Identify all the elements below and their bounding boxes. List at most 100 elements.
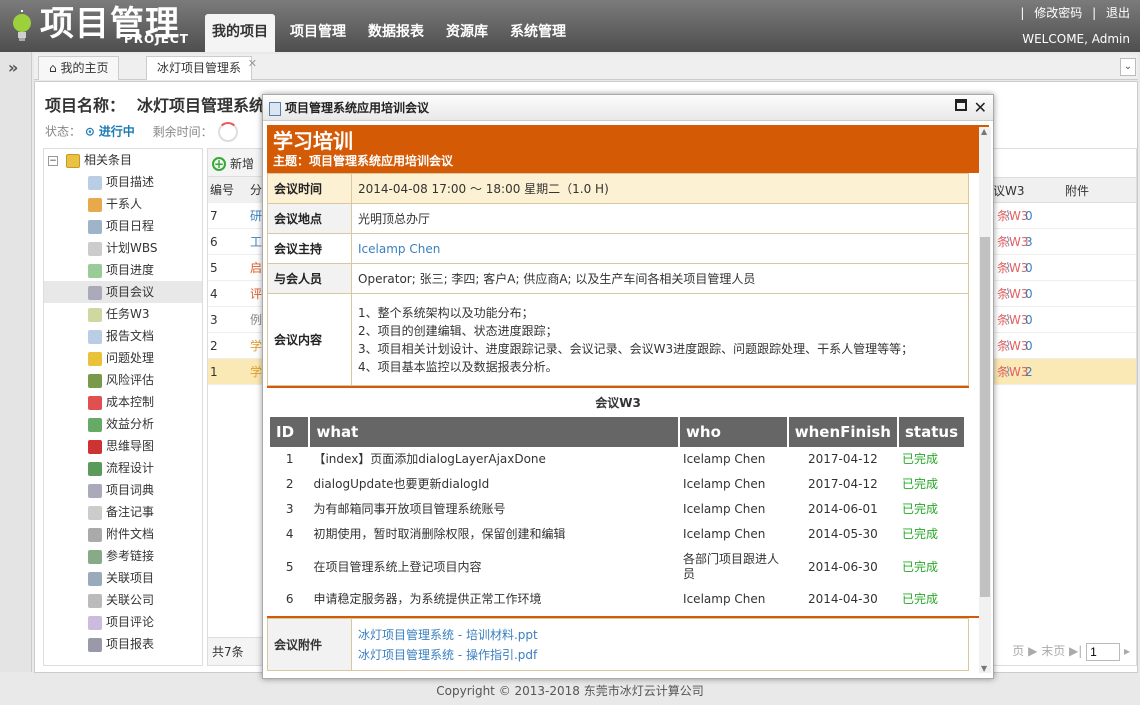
page-stepper-icon[interactable]: ▸ <box>1124 644 1130 658</box>
next-page-icon[interactable]: ▶ <box>1028 644 1037 658</box>
column-header-attachments: 附件 <box>1065 184 1090 198</box>
document-icon <box>269 101 281 116</box>
tree-item[interactable]: 项目日程 <box>44 215 202 237</box>
w3-status: 已完成 <box>902 559 939 574</box>
tree-item[interactable]: 附件文档 <box>44 523 202 545</box>
time-label: 会议时间 <box>267 173 352 204</box>
dialog-header[interactable]: 项目管理系统应用培训会议 ✕ <box>263 95 993 121</box>
close-icon[interactable]: ✕ <box>248 53 257 75</box>
dialog-scrollbar[interactable]: ▲ ▼ <box>979 127 991 673</box>
tree-item-label: 参考链接 <box>106 549 155 563</box>
tree-item[interactable]: 效益分析 <box>44 413 202 435</box>
dialog-body: 学习培训 主题：项目管理系统应用培训会议 会议时间 2014-04-08 17:… <box>267 125 989 673</box>
tree-item[interactable]: 任务W3 <box>44 303 202 325</box>
chevron-down-icon[interactable]: ⌄ <box>1120 58 1136 76</box>
tree-item-icon <box>88 417 102 432</box>
tree-item[interactable]: 备注记事 <box>44 501 202 523</box>
last-page-icon[interactable]: ▶| <box>1069 644 1082 658</box>
row-attachment-count[interactable]: 2 <box>1025 359 1033 385</box>
column-header-id: ID <box>270 417 311 447</box>
page-number-input[interactable] <box>1086 642 1121 661</box>
tree-item[interactable]: 计划WBS <box>44 237 202 259</box>
row-category[interactable]: 启 <box>250 255 262 280</box>
double-chevron-right-icon[interactable]: » <box>8 58 18 77</box>
row-category[interactable]: 评 <box>250 281 262 306</box>
content-line: 3、项目相关计划设计、进度跟踪记录、会议记录、会议W3进度跟踪、问题跟踪处理、干… <box>358 341 914 356</box>
tree-item[interactable]: 项目描述 <box>44 171 202 193</box>
tree-item[interactable]: 项目词典 <box>44 479 202 501</box>
tree-item[interactable]: 参考链接 <box>44 545 202 567</box>
project-name-label: 项目名称： <box>45 96 126 115</box>
dialog-title: 项目管理系统应用培训会议 <box>285 101 430 115</box>
nav-data-reports[interactable]: 数据报表 <box>361 14 431 52</box>
tree-item[interactable]: 思维导图 <box>44 435 202 457</box>
change-password-link[interactable]: 修改密码 <box>1034 6 1082 20</box>
row-category[interactable]: 研 <box>250 203 262 228</box>
row-attachment-count[interactable]: 0 <box>1025 307 1033 333</box>
logout-link[interactable]: 退出 <box>1106 6 1130 20</box>
meeting-host-link[interactable]: Icelamp Chen <box>351 233 969 264</box>
tree-item[interactable]: 关联项目 <box>44 567 202 589</box>
scroll-up-icon[interactable]: ▲ <box>981 127 987 136</box>
attachment-link-ppt[interactable]: 冰灯项目管理系统 - 培训材料.ppt <box>358 625 962 645</box>
tree-item-label: 项目词典 <box>106 483 155 497</box>
tree-item[interactable]: 项目进度 <box>44 259 202 281</box>
w3-what: 初期使用，暂时取消删除权限，保留创建和编辑 <box>313 527 566 541</box>
content-line: 1、整个系统架构以及功能分布； <box>358 305 534 320</box>
related-items-tree: − 相关条目 项目描述 干系人 项目日程 计划WBS 项目进度 项目会议 任务W3 报告文档 问题… <box>43 148 203 666</box>
row-attachment-count[interactable]: 0 <box>1025 203 1033 229</box>
row-attachment-count[interactable]: 0 <box>1025 255 1033 281</box>
nav-resources[interactable]: 资源库 <box>439 14 495 52</box>
row-attachment-count[interactable]: 0 <box>1025 333 1033 359</box>
add-button[interactable]: + 新增 <box>212 157 254 171</box>
welcome-text: WELCOME, Admin <box>1022 32 1130 46</box>
prev-page-button[interactable]: 页 <box>1012 644 1024 658</box>
tree-item[interactable]: 干系人 <box>44 193 202 215</box>
scroll-down-icon[interactable]: ▼ <box>981 664 987 673</box>
table-row: 1 【index】页面添加dialogLayerAjaxDone Icelamp C… <box>270 447 965 472</box>
w3-who: Icelamp Chen <box>683 452 766 466</box>
row-category[interactable]: 学 <box>250 359 262 384</box>
column-header-what: what <box>309 417 681 447</box>
meeting-banner: 学习培训 主题：项目管理系统应用培训会议 <box>267 125 989 173</box>
last-page-button[interactable]: 末页 <box>1041 644 1065 658</box>
tree-item[interactable]: 项目会议 <box>44 281 202 303</box>
tree-item[interactable]: 项目评论 <box>44 611 202 633</box>
tree-item[interactable]: 问题处理 <box>44 347 202 369</box>
row-category[interactable]: 例 <box>250 307 262 332</box>
row-category[interactable]: 工 <box>250 229 262 254</box>
w3-status: 已完成 <box>902 452 939 466</box>
column-header-category: 分 <box>250 183 263 197</box>
attachment-link-pdf[interactable]: 冰灯项目管理系统 - 操作指引.pdf <box>358 645 962 665</box>
tree-item[interactable]: 关联公司 <box>44 589 202 611</box>
tree-item-icon <box>88 571 102 586</box>
w3-status: 已完成 <box>902 592 939 606</box>
tree-item[interactable]: 成本控制 <box>44 391 202 413</box>
close-icon[interactable]: ✕ <box>974 95 987 121</box>
top-bar: 项目管理 PROJECT 我的项目 项目管理 数据报表 资源库 系统管理 | 修… <box>0 0 1140 52</box>
side-toggle[interactable]: » <box>0 52 32 672</box>
tree-item[interactable]: 流程设计 <box>44 457 202 479</box>
w3-who: Icelamp Chen <box>683 502 766 516</box>
tree-item[interactable]: 项目报表 <box>44 633 202 655</box>
play-circle-icon: ⊙ <box>84 124 95 139</box>
tree-root[interactable]: − 相关条目 <box>44 149 202 171</box>
nav-system-management[interactable]: 系统管理 <box>503 14 573 52</box>
attendees-label: 与会人员 <box>267 263 352 294</box>
tab-home[interactable]: ⌂ 我的主页 <box>38 56 120 80</box>
collapse-icon[interactable]: − <box>48 155 58 166</box>
table-row: 5 在项目管理系统上登记项目内容 各部门项目跟进人员 2014-06-30 已完成 <box>270 547 965 587</box>
nav-project-management[interactable]: 项目管理 <box>283 14 353 52</box>
project-name: 冰灯项目管理系统 <box>137 96 266 115</box>
scrollbar-thumb[interactable] <box>980 237 990 597</box>
row-category[interactable]: 学 <box>250 333 262 358</box>
nav-my-projects[interactable]: 我的项目 <box>205 14 275 52</box>
maximize-icon[interactable] <box>955 99 967 111</box>
row-attachment-count[interactable]: 3 <box>1025 229 1033 255</box>
row-attachment-count[interactable]: 0 <box>1025 281 1033 307</box>
tab-project[interactable]: 冰灯项目管理系 ✕ <box>146 56 257 80</box>
tree-item[interactable]: 报告文档 <box>44 325 202 347</box>
content-line: 2、项目的创建编辑、状态进度跟踪； <box>358 323 558 338</box>
tree-item-icon <box>88 307 102 322</box>
tree-item[interactable]: 风险评估 <box>44 369 202 391</box>
